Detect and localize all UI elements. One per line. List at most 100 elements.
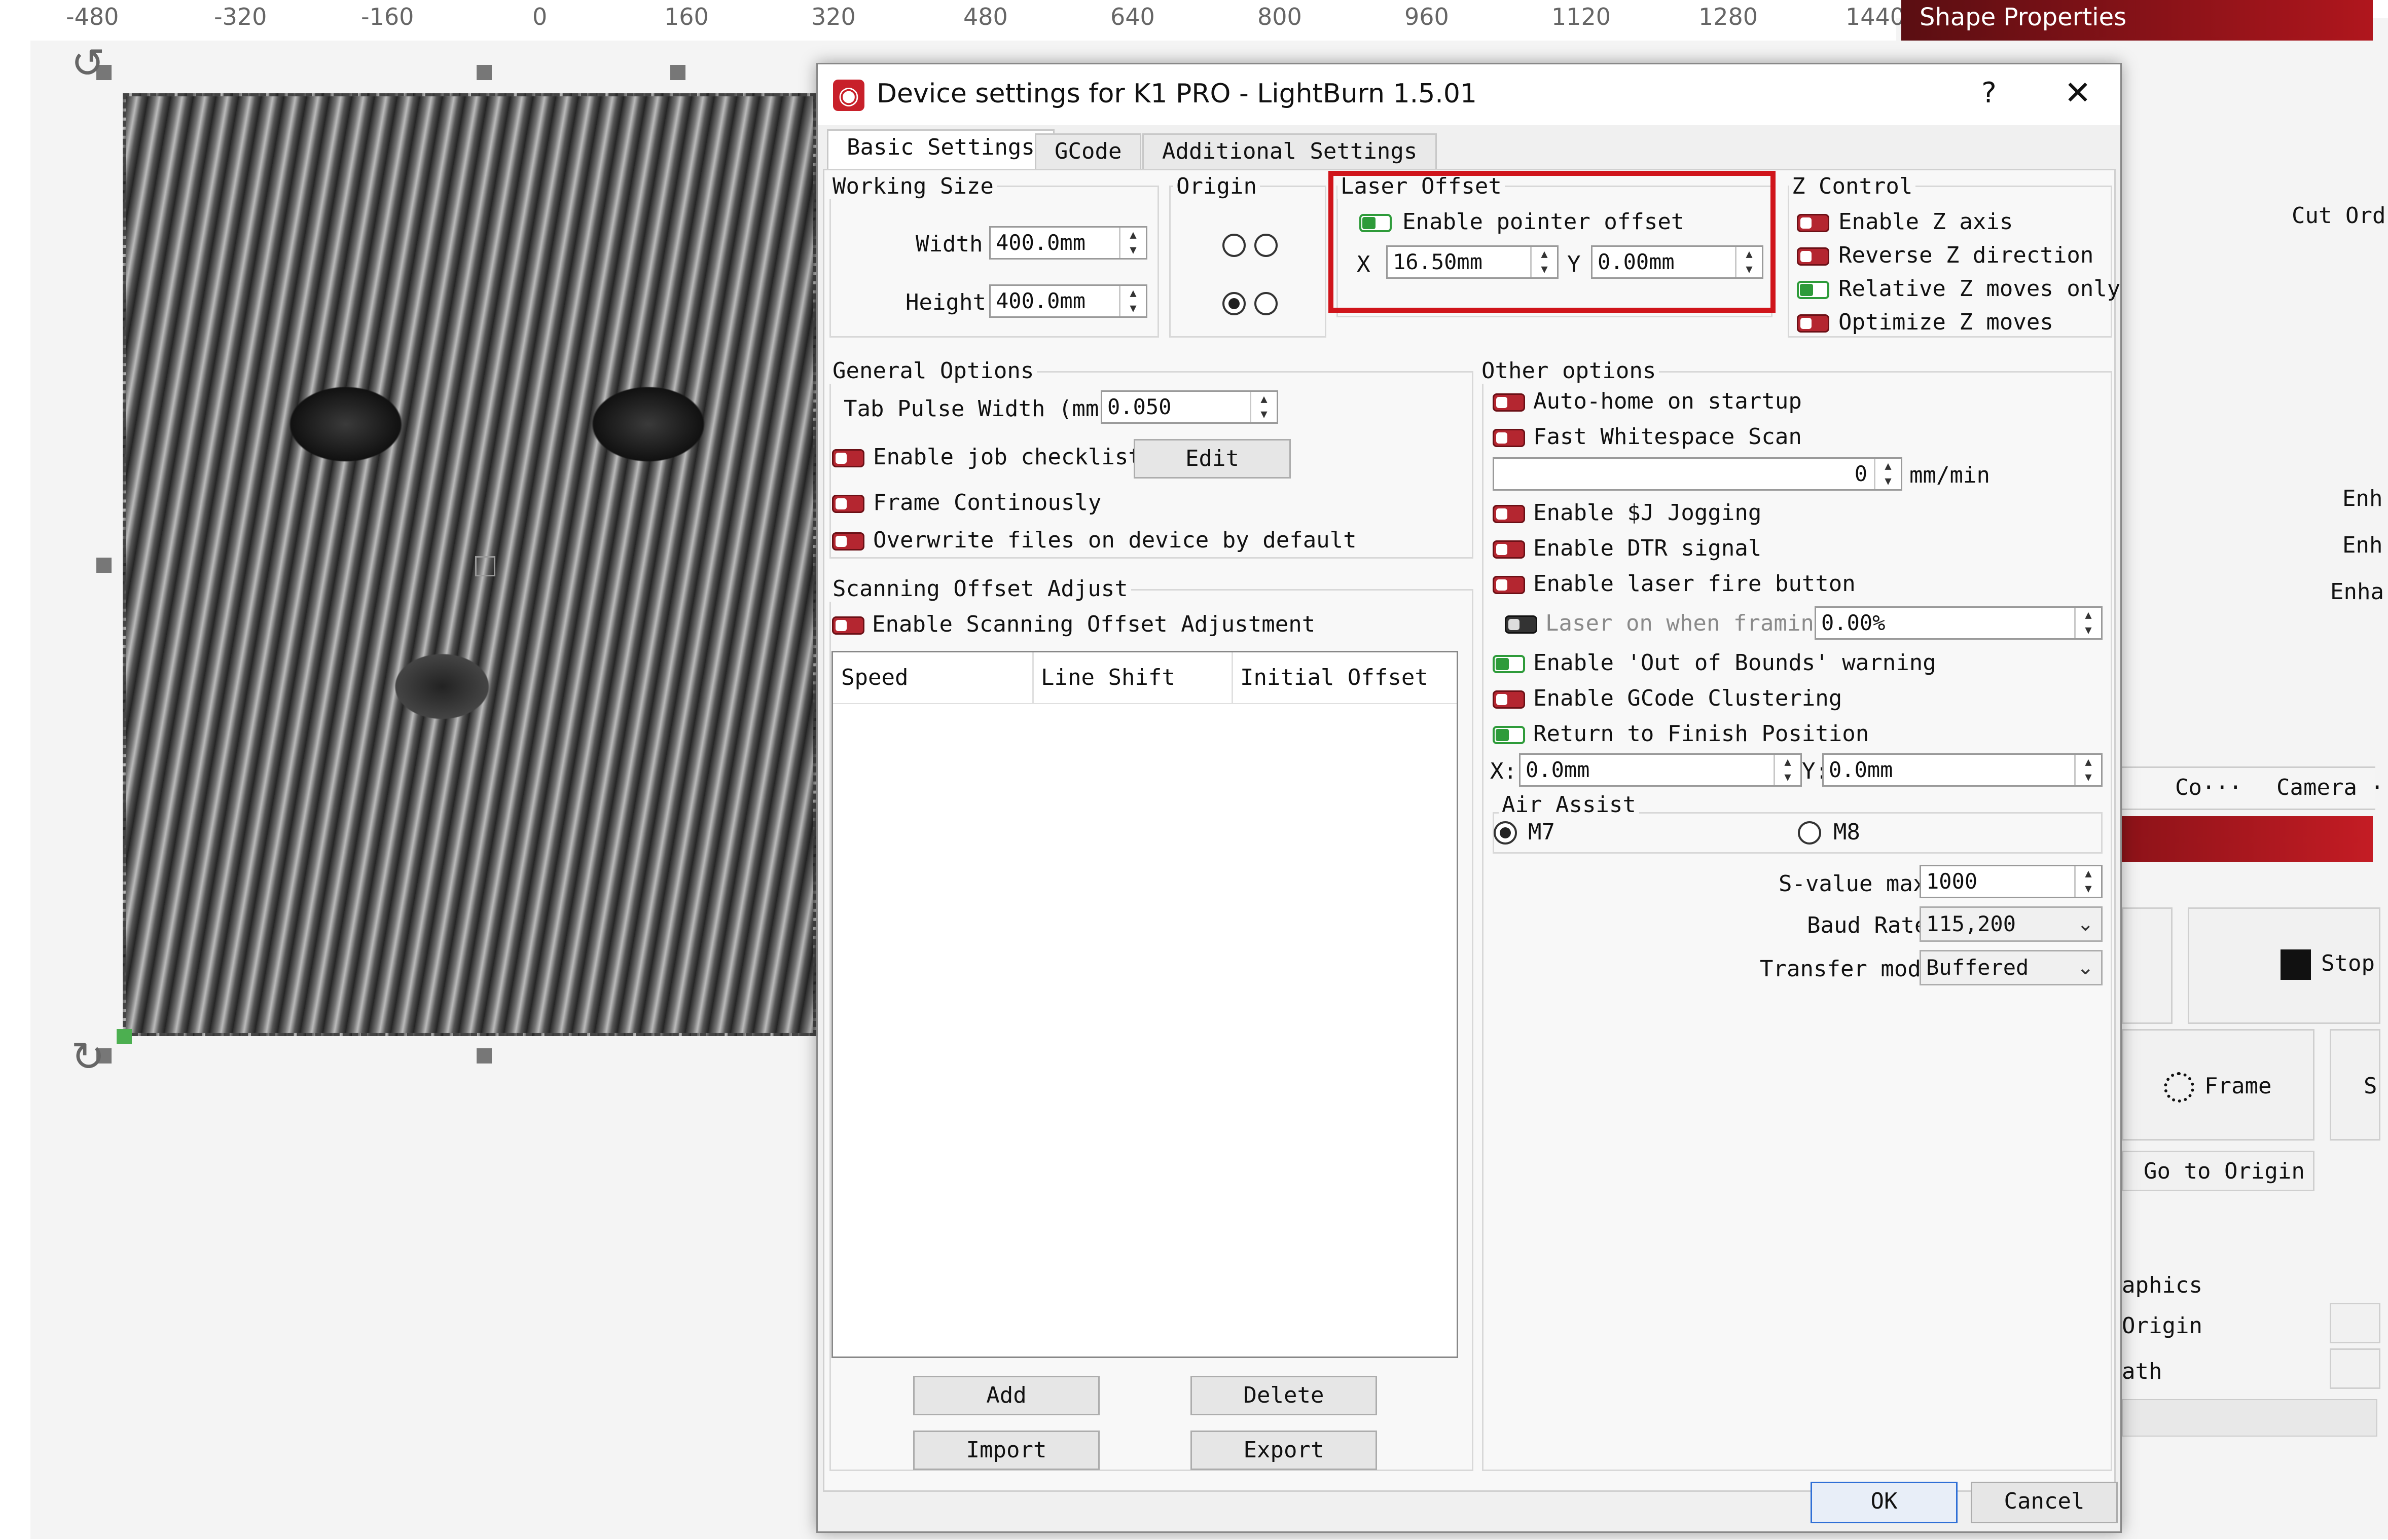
laser-on-framing-input[interactable]: 0.00% ▲ ▼ bbox=[1815, 606, 2103, 640]
import-button[interactable]: Import bbox=[913, 1431, 1100, 1470]
edit-checklist-button[interactable]: Edit bbox=[1134, 439, 1291, 479]
spin-arrows-icon[interactable]: ▲ ▼ bbox=[1874, 459, 1901, 489]
spin-arrows-icon[interactable]: ▲ ▼ bbox=[2074, 755, 2101, 785]
rotate-icon[interactable]: ↻ bbox=[71, 1037, 106, 1077]
finish-y-input[interactable]: 0.0mm ▲ ▼ bbox=[1822, 753, 2103, 787]
enable-scanning-offset-toggle[interactable] bbox=[832, 616, 864, 635]
tab-camera[interactable]: Camera ·· bbox=[2276, 775, 2388, 800]
ruler-tick: 320 bbox=[811, 3, 856, 30]
laser-on-framing-value: 0.00% bbox=[1821, 610, 1886, 635]
go-to-origin-button[interactable]: Go to Origin bbox=[2122, 1151, 2314, 1191]
resize-handle[interactable] bbox=[477, 65, 492, 80]
enable-sj-jogging-label: Enable $J Jogging bbox=[1533, 500, 1762, 526]
resize-handle[interactable] bbox=[477, 1048, 492, 1064]
export-button[interactable]: Export bbox=[1190, 1431, 1377, 1470]
enable-job-checklist-toggle[interactable] bbox=[832, 449, 864, 467]
width-input[interactable]: 400.0mm ▲ ▼ bbox=[989, 226, 1147, 260]
panel-title: Shape Properties bbox=[1920, 3, 2127, 31]
spin-arrows-icon[interactable]: ▲ ▼ bbox=[1250, 392, 1277, 422]
origin-bottom-left-radio[interactable] bbox=[1222, 292, 1246, 315]
panel-scrollbar[interactable] bbox=[2122, 1399, 2377, 1437]
origin-bottom-right-radio[interactable] bbox=[1254, 292, 1278, 315]
close-button[interactable]: ✕ bbox=[2055, 76, 2101, 111]
fast-whitespace-toggle[interactable] bbox=[1493, 429, 1525, 447]
enable-dtr-toggle[interactable] bbox=[1493, 540, 1525, 559]
help-button[interactable]: ? bbox=[1969, 76, 2009, 111]
spin-arrows-icon[interactable]: ▲ ▼ bbox=[1119, 286, 1146, 316]
whitespace-speed-input[interactable]: 0 ▲ ▼ bbox=[1493, 457, 1902, 491]
gcode-clustering-toggle[interactable] bbox=[1493, 690, 1525, 709]
tab-pulse-width-input[interactable]: 0.050 ▲ ▼ bbox=[1101, 390, 1278, 424]
chevron-down-icon: ⌄ bbox=[2077, 956, 2094, 979]
resize-handle[interactable] bbox=[96, 558, 112, 573]
delete-button[interactable]: Delete bbox=[1190, 1376, 1377, 1415]
cat-image[interactable] bbox=[123, 93, 816, 1036]
resize-handle[interactable] bbox=[670, 65, 685, 80]
panel-field[interactable] bbox=[2330, 1348, 2380, 1389]
enable-z-axis-label: Enable Z axis bbox=[1838, 209, 2013, 235]
panel-label: Origin bbox=[2122, 1313, 2202, 1339]
height-label: Height bbox=[906, 289, 986, 315]
svalue-max-input[interactable]: 1000 ▲ ▼ bbox=[1920, 865, 2103, 898]
tab-additional-settings[interactable]: Additional Settings bbox=[1142, 133, 1437, 169]
tab-co[interactable]: Co··· bbox=[2175, 775, 2242, 800]
finish-x-input[interactable]: 0.0mm ▲ ▼ bbox=[1519, 753, 1802, 787]
enable-fire-button-label: Enable laser fire button bbox=[1533, 571, 1856, 597]
enable-z-axis-toggle[interactable] bbox=[1797, 214, 1829, 232]
optimize-z-moves-label: Optimize Z moves bbox=[1838, 309, 2053, 335]
enable-sj-jogging-toggle[interactable] bbox=[1493, 505, 1525, 523]
ruler-tick: -480 bbox=[66, 3, 119, 30]
laser-on-framing-toggle[interactable] bbox=[1505, 615, 1537, 634]
laser-on-framing-label: Laser on when framing bbox=[1545, 610, 1828, 636]
height-input[interactable]: 400.0mm ▲ ▼ bbox=[989, 284, 1147, 318]
reverse-z-direction-toggle[interactable] bbox=[1797, 247, 1829, 266]
m7-radio[interactable] bbox=[1494, 821, 1517, 845]
column-header[interactable]: Line Shift bbox=[1041, 665, 1175, 690]
out-of-bounds-toggle[interactable] bbox=[1493, 655, 1525, 673]
m8-radio[interactable] bbox=[1798, 821, 1821, 845]
add-button[interactable]: Add bbox=[913, 1376, 1100, 1415]
origin-top-left-radio[interactable] bbox=[1222, 234, 1246, 257]
enable-fire-button-toggle[interactable] bbox=[1493, 576, 1525, 594]
stop-button[interactable]: Stop bbox=[2188, 907, 2380, 1024]
scanning-offset-table[interactable]: Speed Line Shift Initial Offset bbox=[831, 651, 1458, 1358]
start-button[interactable]: S bbox=[2330, 1029, 2380, 1141]
return-finish-toggle[interactable] bbox=[1493, 726, 1525, 744]
origin-title: Origin bbox=[1173, 173, 1260, 199]
overwrite-files-toggle[interactable] bbox=[832, 532, 864, 551]
panel-field[interactable] bbox=[2330, 1303, 2380, 1343]
rotate-icon[interactable]: ↺ bbox=[71, 43, 106, 84]
transfer-mode-select[interactable]: Buffered ⌄ bbox=[1920, 950, 2103, 985]
ruler-tick: 160 bbox=[664, 3, 709, 30]
dialog-titlebar[interactable]: ◉ Device settings for K1 PRO - LightBurn… bbox=[818, 64, 2120, 125]
auto-home-toggle[interactable] bbox=[1493, 393, 1525, 412]
origin-top-right-radio[interactable] bbox=[1254, 234, 1278, 257]
frame-button[interactable]: Frame bbox=[2122, 1029, 2314, 1141]
panel-button[interactable] bbox=[2122, 907, 2173, 1024]
relative-z-moves-toggle[interactable] bbox=[1797, 281, 1829, 299]
spin-arrows-icon[interactable]: ▲ ▼ bbox=[2074, 866, 2101, 897]
frame-continuously-toggle[interactable] bbox=[832, 495, 864, 513]
lightburn-icon: ◉ bbox=[833, 80, 864, 111]
air-assist-title: Air Assist bbox=[1499, 792, 1639, 818]
height-value: 400.0mm bbox=[996, 288, 1086, 313]
baud-rate-select[interactable]: 115,200 ⌄ bbox=[1920, 906, 2103, 942]
start-label: S bbox=[2364, 1073, 2377, 1099]
tab-basic-settings[interactable]: Basic Settings bbox=[827, 129, 1055, 170]
laser-panel-header bbox=[2109, 816, 2373, 862]
tab-gcode[interactable]: GCode bbox=[1035, 133, 1142, 169]
ruler-tick: 640 bbox=[1110, 3, 1155, 30]
anchor-handle[interactable] bbox=[117, 1029, 132, 1044]
column-header[interactable]: Speed bbox=[841, 665, 908, 690]
other-options-title: Other options bbox=[1478, 358, 1659, 384]
whitespace-speed-value: 0 bbox=[1854, 461, 1867, 486]
finish-x-value: 0.0mm bbox=[1526, 757, 1590, 782]
panel-label: ath bbox=[2122, 1359, 2162, 1384]
ok-button[interactable]: OK bbox=[1811, 1482, 1958, 1523]
cancel-button[interactable]: Cancel bbox=[1971, 1482, 2118, 1523]
spin-arrows-icon[interactable]: ▲ ▼ bbox=[2074, 608, 2101, 638]
spin-arrows-icon[interactable]: ▲ ▼ bbox=[1774, 755, 1800, 785]
column-header[interactable]: Initial Offset bbox=[1240, 665, 1428, 690]
optimize-z-moves-toggle[interactable] bbox=[1797, 314, 1829, 333]
spin-arrows-icon[interactable]: ▲ ▼ bbox=[1119, 228, 1146, 258]
